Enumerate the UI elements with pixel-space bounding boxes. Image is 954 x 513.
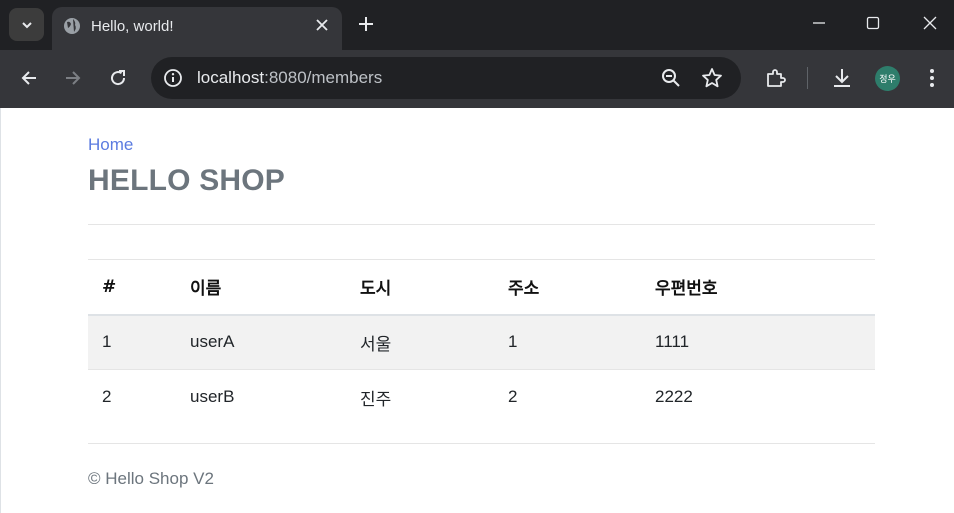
tab-search-button[interactable] <box>9 8 44 41</box>
active-tab[interactable]: Hello, world! <box>52 7 342 50</box>
cell-zipcode: 1111 <box>655 332 690 352</box>
zoom-out-icon[interactable] <box>661 68 681 88</box>
site-info-icon[interactable] <box>163 68 183 88</box>
chevron-down-icon <box>21 21 32 28</box>
tab-strip: Hello, world! <box>0 0 954 50</box>
more-vertical-icon[interactable] <box>924 68 940 88</box>
profile-avatar[interactable]: 정우 <box>875 66 900 91</box>
browser-toolbar: localhost:8080/members 정우 <box>0 50 954 108</box>
cell-street: 1 <box>508 332 518 352</box>
download-icon[interactable] <box>831 67 853 89</box>
maximize-icon[interactable] <box>866 16 880 30</box>
window-close-icon[interactable] <box>923 16 937 30</box>
home-link[interactable]: Home <box>88 135 133 155</box>
column-header-street: 주소 <box>508 279 540 300</box>
page-content: Home HELLO SHOP # 이름 도시 주소 우편번호 1 userA … <box>0 108 954 513</box>
table-row: 1 userA 서울 1 1111 <box>88 314 875 370</box>
cell-zipcode: 2222 <box>655 387 693 407</box>
close-tab-icon[interactable] <box>314 17 330 33</box>
new-tab-icon[interactable] <box>357 15 375 33</box>
header-divider <box>88 224 875 225</box>
cell-name: userA <box>190 332 235 352</box>
cell-city: 서울 <box>360 334 392 355</box>
column-header-name: 이름 <box>190 279 222 300</box>
cell-street: 2 <box>508 387 518 407</box>
toolbar-divider <box>807 67 808 89</box>
url-host: localhost <box>197 68 265 87</box>
table-row: 2 userB 진주 2 2222 <box>88 370 875 425</box>
globe-icon <box>64 18 80 34</box>
cell-city: 진주 <box>360 389 392 410</box>
column-header-number: # <box>102 276 117 297</box>
table-header-row: # 이름 도시 주소 우편번호 <box>88 259 875 315</box>
address-bar[interactable]: localhost:8080/members <box>151 57 741 99</box>
bookmark-star-icon[interactable] <box>701 67 723 89</box>
footer-divider <box>88 443 875 444</box>
minimize-icon[interactable] <box>812 16 826 30</box>
cell-number: 1 <box>102 332 112 352</box>
cell-name: userB <box>190 387 235 407</box>
cell-number: 2 <box>102 387 112 407</box>
column-header-zipcode: 우편번호 <box>655 279 718 300</box>
forward-arrow-icon[interactable] <box>63 68 83 88</box>
footer-text: © Hello Shop V2 <box>88 469 214 488</box>
url-text[interactable]: localhost:8080/members <box>197 68 382 88</box>
extensions-puzzle-icon[interactable] <box>765 67 787 89</box>
members-table: # 이름 도시 주소 우편번호 1 userA 서울 1 1111 2 user <box>88 259 875 425</box>
column-header-city: 도시 <box>360 279 392 300</box>
page-title: HELLO SHOP <box>88 164 286 197</box>
back-arrow-icon[interactable] <box>19 68 39 88</box>
url-path: :8080/members <box>264 68 383 87</box>
reload-icon[interactable] <box>108 68 128 88</box>
tab-title: Hello, world! <box>91 18 174 35</box>
